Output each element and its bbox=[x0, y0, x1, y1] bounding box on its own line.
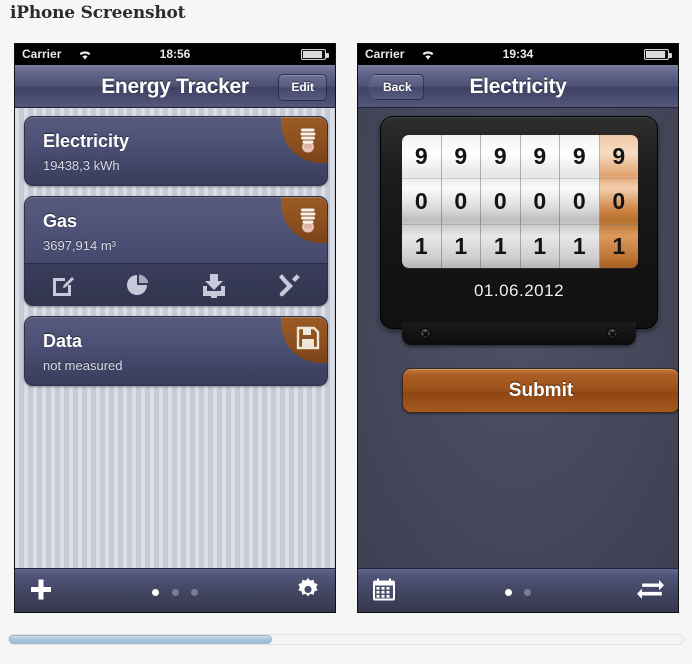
meter-base-plate bbox=[402, 322, 636, 345]
card-title: Gas bbox=[43, 211, 78, 231]
download-icon[interactable] bbox=[176, 272, 252, 298]
meter-body: 9 0 1 9 0 1 9 0 1 9 0 1 9 0 1 9 0 1 01.0… bbox=[380, 116, 658, 329]
phone-screenshot-2: Carrier 19:34 Back Electricity 9 0 1 9 0… bbox=[357, 43, 679, 613]
digit-cell[interactable]: 9 bbox=[402, 135, 441, 180]
page-dot[interactable] bbox=[504, 588, 512, 596]
horizontal-scrollbar[interactable] bbox=[8, 634, 684, 645]
digit-cell[interactable]: 0 bbox=[481, 179, 520, 223]
page-title: iPhone Screenshot bbox=[10, 3, 186, 23]
card-electricity[interactable]: Electricity 19438,3 kWh bbox=[24, 116, 328, 186]
digit-cell[interactable]: 9 bbox=[441, 135, 480, 180]
meter-widget: 9 0 1 9 0 1 9 0 1 9 0 1 9 0 1 9 0 1 01.0… bbox=[380, 116, 678, 413]
meter-date[interactable]: 01.06.2012 bbox=[381, 281, 657, 301]
digit-cell[interactable]: 0 bbox=[402, 179, 441, 223]
digit-cell[interactable]: 9 bbox=[481, 135, 520, 180]
pie-chart-icon[interactable] bbox=[101, 272, 177, 298]
page-dot[interactable] bbox=[152, 588, 160, 596]
digit-cell[interactable]: 9 bbox=[520, 135, 559, 180]
content-area: Electricity 19438,3 kWh Gas 3697,914 m³ bbox=[15, 108, 335, 568]
digit-column[interactable]: 9 0 1 bbox=[441, 135, 481, 268]
digit-column-decimal[interactable]: 9 0 1 bbox=[599, 135, 639, 268]
card-data[interactable]: Data not measured bbox=[24, 316, 328, 386]
page-dots bbox=[15, 583, 335, 601]
digit-column[interactable]: 9 0 1 bbox=[402, 135, 442, 268]
digit-column[interactable]: 9 0 1 bbox=[481, 135, 521, 268]
lightbulb-icon bbox=[281, 117, 327, 163]
content-area: 9 0 1 9 0 1 9 0 1 9 0 1 9 0 1 9 0 1 01.0… bbox=[358, 108, 678, 568]
card-title: Data bbox=[43, 331, 83, 351]
screw-icon bbox=[607, 328, 618, 339]
page-dot[interactable] bbox=[171, 588, 179, 596]
card-value: 19438,3 kWh bbox=[43, 158, 120, 173]
floppy-disk-icon bbox=[281, 317, 327, 363]
battery-icon bbox=[301, 49, 329, 60]
digit-cell[interactable]: 9 bbox=[560, 135, 599, 180]
digit-cell[interactable]: 0 bbox=[442, 179, 481, 223]
battery-icon bbox=[644, 49, 672, 60]
page-dot[interactable] bbox=[190, 588, 198, 596]
page-dot[interactable] bbox=[524, 588, 532, 596]
card-value: not measured bbox=[43, 358, 123, 373]
swap-arrows-icon[interactable] bbox=[637, 577, 664, 606]
card-value: 3697,914 m³ bbox=[43, 238, 116, 253]
digit-cell[interactable]: 0 bbox=[521, 179, 560, 223]
digit-cell[interactable]: 1 bbox=[402, 223, 441, 268]
digit-cell[interactable]: 1 bbox=[520, 223, 559, 268]
screw-icon bbox=[420, 328, 431, 339]
nav-bar: Back Electricity bbox=[358, 65, 678, 108]
tab-bar bbox=[15, 568, 335, 612]
digit-cell[interactable]: 0 bbox=[600, 179, 639, 223]
digit-column[interactable]: 9 0 1 bbox=[520, 135, 560, 268]
edit-pencil-icon[interactable] bbox=[25, 272, 101, 298]
nav-title: Electricity bbox=[469, 75, 567, 98]
card-gas[interactable]: Gas 3697,914 m³ bbox=[24, 196, 328, 306]
lightbulb-icon bbox=[281, 197, 327, 243]
digit-wheels[interactable]: 9 0 1 9 0 1 9 0 1 9 0 1 9 0 1 9 0 1 bbox=[402, 135, 638, 268]
page-dots bbox=[358, 583, 678, 601]
card-title: Electricity bbox=[43, 131, 130, 151]
submit-button[interactable]: Submit bbox=[402, 368, 678, 413]
gear-icon[interactable] bbox=[295, 576, 321, 607]
tools-icon[interactable] bbox=[252, 272, 328, 298]
digit-cell[interactable]: 9 bbox=[599, 135, 638, 180]
nav-bar: Energy Tracker Edit bbox=[15, 65, 335, 108]
status-time: 19:34 bbox=[502, 47, 534, 61]
edit-button[interactable]: Edit bbox=[278, 74, 327, 101]
digit-cell[interactable]: 1 bbox=[441, 223, 480, 268]
digit-column[interactable]: 9 0 1 bbox=[560, 135, 600, 268]
status-time: 18:56 bbox=[159, 47, 191, 61]
scrollbar-thumb[interactable] bbox=[9, 635, 272, 644]
card-action-toolbar bbox=[25, 263, 327, 305]
digit-cell[interactable]: 1 bbox=[599, 223, 638, 268]
digit-cell[interactable]: 0 bbox=[560, 179, 599, 223]
status-bar: Carrier 19:34 bbox=[358, 44, 678, 65]
status-bar: Carrier 18:56 bbox=[15, 44, 335, 65]
digit-cell[interactable]: 1 bbox=[481, 223, 520, 268]
phone-screenshot-1: Carrier 18:56 Energy Tracker Edit Electr… bbox=[14, 43, 336, 613]
tab-bar bbox=[358, 568, 678, 612]
digit-cell[interactable]: 1 bbox=[560, 223, 599, 268]
